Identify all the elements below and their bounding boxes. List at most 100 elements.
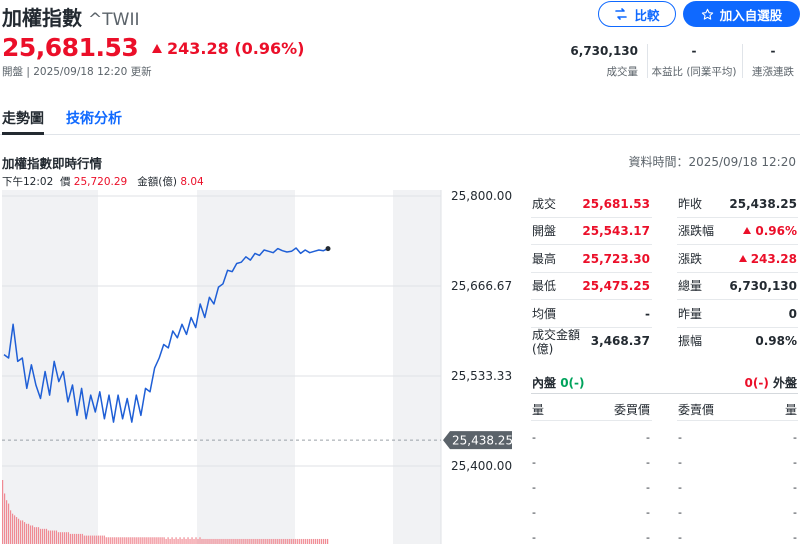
volume-bar (233, 539, 234, 544)
order-book-cell: - (716, 481, 797, 494)
row-divider (677, 299, 798, 300)
volume-bar (112, 537, 113, 544)
volume-bar (293, 539, 294, 544)
volume-bar (14, 515, 15, 544)
volume-bar (279, 539, 280, 544)
volume-bar (66, 532, 67, 544)
quote-value: 3,468.37 (580, 333, 650, 349)
volume-bar (259, 539, 260, 544)
compare-icon (614, 7, 628, 21)
y-tick-label: 25,800.00 (451, 190, 512, 203)
volume-bar (44, 529, 45, 544)
y-tick-label: 25,666.67 (451, 279, 512, 293)
star-icon (701, 8, 714, 21)
order-book-cell: - (678, 506, 682, 519)
volume-bar (40, 529, 41, 544)
quote-value: 0.98% (716, 333, 797, 349)
volume-bar (187, 537, 188, 544)
volume-bar (146, 537, 147, 544)
volume-bar (82, 534, 83, 544)
time-band (197, 190, 295, 544)
order-book-cell: - (580, 431, 650, 444)
volume-bar (275, 539, 276, 544)
volume-bar (124, 537, 125, 544)
stat-pe: - 本益比 (同業平均) (650, 44, 738, 79)
chart-time-bands (2, 190, 441, 544)
volume-bar (154, 537, 155, 544)
row-divider (531, 272, 652, 273)
volume-bar (20, 520, 21, 544)
volume-bar (263, 539, 264, 544)
volume-bar (215, 539, 216, 544)
volume-bar (12, 514, 13, 544)
tab-trend-chart[interactable]: 走勢圖 (2, 108, 44, 128)
volume-bar (231, 539, 232, 544)
divider (742, 44, 743, 78)
data-time: 資料時間：2025/09/18 12:20 (628, 153, 796, 170)
volume-bar (18, 519, 19, 544)
volume-bar (48, 531, 49, 544)
volume-bar (223, 539, 224, 544)
quote-value: - (580, 306, 650, 322)
order-book-cell: - (716, 506, 797, 519)
volume-bar (132, 537, 133, 544)
volume-bar (34, 527, 35, 544)
volume-bar (303, 539, 304, 544)
chart-tooltip: 下午12:02 價 25,720.29 金額(億) 8.04 (2, 174, 204, 189)
volume-bar (177, 539, 178, 544)
quote-value: 25,681.53 (580, 196, 650, 212)
active-tab-indicator (2, 132, 44, 135)
volume-bar (253, 539, 254, 544)
row-divider (677, 244, 798, 245)
volume-bar (92, 536, 93, 544)
volume-bar (323, 539, 324, 544)
volume-bar (114, 537, 115, 544)
quote-label: 總量 (678, 278, 702, 294)
stock-title: 加權指數^TWII (2, 2, 139, 31)
volume-bar (325, 539, 326, 544)
volume-bar (203, 539, 204, 544)
volume-bar (189, 539, 190, 544)
order-book-cell: - (678, 531, 682, 544)
volume-bar (287, 539, 288, 544)
quote-label: 漲跌 (678, 251, 702, 267)
volume-bar (60, 532, 61, 544)
order-book-cell: - (716, 456, 797, 469)
divider (647, 44, 648, 78)
volume-bar (243, 539, 244, 544)
volume-bar (16, 517, 17, 544)
compare-button[interactable]: 比較 (598, 1, 676, 27)
volume-bar (110, 537, 111, 544)
y-axis-ticks: 25,800.0025,666.6725,533.3325,400.00 (451, 190, 512, 473)
volume-bar (42, 529, 43, 544)
quote-label: 最高 (532, 251, 556, 267)
quote-label: 開盤 (532, 223, 556, 239)
quote-label: 成交 (532, 196, 556, 212)
outer-volume: 0(-) 外盤 (736, 374, 797, 391)
volume-bar (64, 532, 65, 544)
volume-bar (78, 534, 79, 544)
quote-value: 25,475.25 (580, 278, 650, 294)
volume-bar (171, 537, 172, 544)
volume-bar (152, 537, 153, 544)
volume-bar (68, 532, 69, 544)
volume-bar (54, 531, 55, 544)
tab-technical-analysis[interactable]: 技術分析 (66, 108, 122, 128)
volume-bar (327, 539, 328, 544)
order-book-header: 委賣價 (678, 401, 714, 418)
volume-bar (88, 536, 89, 544)
volume-bar (261, 539, 262, 544)
add-watchlist-button[interactable]: 加入自選股 (683, 1, 800, 27)
volume-bar (108, 537, 109, 544)
volume-bar (277, 539, 278, 544)
price-chart[interactable]: 25,800.0025,666.6725,533.3325,400.00 25,… (0, 190, 525, 544)
volume-bar (299, 539, 300, 544)
volume-bar (257, 539, 258, 544)
volume-bar (90, 536, 91, 544)
order-book-cell: - (532, 456, 536, 469)
order-book-header: 量 (716, 401, 797, 418)
volume-bar (205, 539, 206, 544)
volume-bar (199, 537, 200, 544)
volume-bar (160, 537, 161, 544)
order-book-cell: - (580, 481, 650, 494)
